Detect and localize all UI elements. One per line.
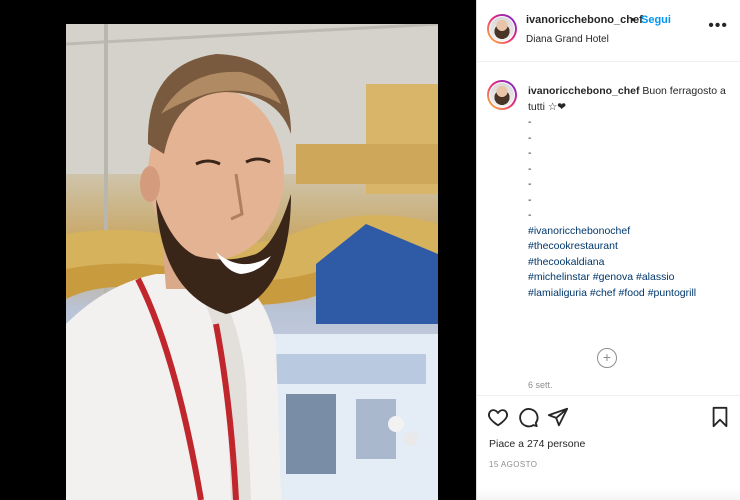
caption-dash: - (528, 147, 532, 159)
caption-dash: - (528, 178, 532, 190)
hashtag-link[interactable]: #lamialiguria (528, 287, 587, 299)
caption-dash: - (528, 193, 532, 206)
action-icons (487, 406, 731, 430)
more-options-icon[interactable]: ••• (708, 18, 728, 34)
load-more-comments-icon[interactable]: + (597, 348, 617, 368)
caption-text: ivanoricchebono_chef Buon ferragosto a t… (528, 84, 728, 301)
separator-dot: • (631, 14, 635, 26)
caption-dash: - (528, 209, 532, 221)
follow-button[interactable]: Segui (641, 14, 671, 26)
hashtag-link[interactable]: #puntogrill (648, 287, 696, 299)
author-avatar[interactable] (487, 14, 517, 44)
hashtag-line: #ivanoricchebonochef (528, 224, 728, 240)
comment-bar-edge (477, 488, 740, 500)
hashtag-link[interactable]: #food (618, 287, 644, 299)
post-date[interactable]: 15 AGOSTO (489, 460, 537, 469)
caption-timestamp[interactable]: 6 sett. (528, 380, 553, 390)
caption-area: ivanoricchebono_chef Buon ferragosto a t… (477, 62, 740, 392)
chef-portrait-illustration (66, 24, 438, 500)
post-actions: Piace a 274 persone 15 AGOSTO (477, 395, 740, 500)
hashtag-line: #thecookrestaurant (528, 239, 728, 255)
hashtag-link[interactable]: #ivanoricchebonochef (528, 225, 630, 237)
author-username[interactable]: ivanoricchebono_chef (526, 14, 643, 26)
share-icon[interactable] (547, 406, 569, 428)
heart-icon[interactable] (487, 406, 509, 428)
hashtag-link[interactable]: #genova (593, 271, 633, 283)
hashtag-line: #thecookaldiana (528, 255, 728, 271)
hashtag-line: #michelinstar #genova #alassio (528, 270, 728, 286)
hashtag-link[interactable]: #alassio (636, 271, 675, 283)
caption-avatar[interactable] (487, 80, 517, 110)
post-media-pane (0, 0, 476, 500)
post-location[interactable]: Diana Grand Hotel (526, 34, 609, 45)
comment-icon[interactable] (517, 406, 539, 428)
caption-dash: - (528, 162, 532, 175)
post-header: ivanoricchebono_chef • Segui Diana Grand… (477, 0, 740, 62)
caption-username[interactable]: ivanoricchebono_chef (528, 85, 639, 97)
hashtag-link[interactable]: #thecookaldiana (528, 256, 604, 268)
likes-count[interactable]: Piace a 274 persone (489, 438, 585, 450)
caption-dash: - (528, 131, 532, 144)
hashtag-link[interactable]: #michelinstar (528, 271, 590, 283)
post-sidebar: ivanoricchebono_chef • Segui Diana Grand… (476, 0, 740, 500)
hashtag-link[interactable]: #chef (590, 287, 616, 299)
hashtag-link[interactable]: #thecookrestaurant (528, 240, 618, 252)
caption-dash: - (528, 116, 532, 128)
post-photo[interactable] (66, 24, 438, 500)
bookmark-icon[interactable] (709, 406, 731, 428)
hashtag-line: #lamialiguria #chef #food #puntogrill (528, 286, 728, 302)
